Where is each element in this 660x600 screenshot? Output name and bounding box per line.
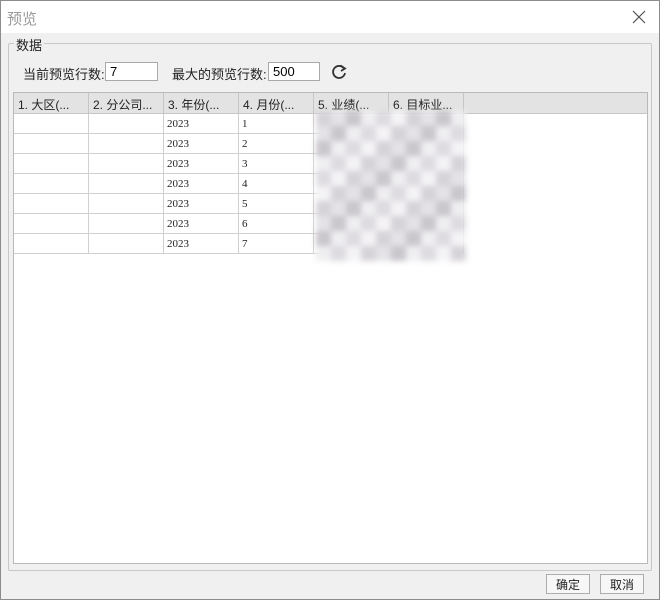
table-cell: 4 xyxy=(239,174,314,194)
table-cell xyxy=(89,234,164,254)
table-cell xyxy=(14,214,89,234)
refresh-icon xyxy=(332,64,347,79)
table-cell xyxy=(389,154,464,174)
table-cell: 2023 xyxy=(164,214,239,234)
table-cell: 5 xyxy=(239,194,314,214)
table-cell: 2023 xyxy=(164,194,239,214)
dialog-title: 预览 xyxy=(7,11,38,28)
table-cell xyxy=(314,234,389,254)
preview-table: 1. 大区(... 2. 分公司... 3. 年份(... 4. 月份(... 5. 业… xyxy=(13,92,648,564)
table-cell: 3 xyxy=(239,154,314,174)
column-header[interactable]: 3. 年份(... xyxy=(164,93,239,113)
close-button[interactable] xyxy=(627,5,651,29)
table-cell xyxy=(89,114,164,134)
table-cell xyxy=(314,134,389,154)
table-cell xyxy=(89,134,164,154)
refresh-button[interactable] xyxy=(329,62,349,82)
table-cell: 2023 xyxy=(164,234,239,254)
table-cell xyxy=(314,194,389,214)
table-cell xyxy=(389,134,464,154)
table-cell: 7 xyxy=(239,234,314,254)
group-legend: 数据 xyxy=(14,35,45,54)
table-cell: 1 xyxy=(239,114,314,134)
column-header[interactable]: 1. 大区(... xyxy=(14,93,89,113)
table-cell: 2023 xyxy=(164,174,239,194)
table-cell xyxy=(89,174,164,194)
table-cell: 2023 xyxy=(164,154,239,174)
table-cell xyxy=(314,154,389,174)
current-rows-input[interactable] xyxy=(105,62,158,81)
table-cell: 2023 xyxy=(164,134,239,154)
table-cell xyxy=(14,134,89,154)
table-cell: 2 xyxy=(239,134,314,154)
table-cell xyxy=(314,174,389,194)
cancel-button[interactable]: 取消 xyxy=(600,574,644,594)
table-cell xyxy=(314,114,389,134)
table-cell xyxy=(389,174,464,194)
table-cell xyxy=(14,114,89,134)
preview-dialog: 预览 数据 当前预览行数: 最大的预览行数: 1. 大区(...2. 分公司..… xyxy=(0,0,660,600)
ok-button[interactable]: 确定 xyxy=(546,574,590,594)
column-header[interactable]: 6. 目标业... xyxy=(389,93,464,113)
table-cell xyxy=(89,214,164,234)
table-cell: 6 xyxy=(239,214,314,234)
table-cell xyxy=(14,174,89,194)
table-cell xyxy=(14,154,89,174)
max-rows-label: 最大的预览行数: xyxy=(172,67,267,82)
column-header[interactable]: 2. 分公司... xyxy=(89,93,164,113)
table-cell xyxy=(14,234,89,254)
table-cell xyxy=(14,194,89,214)
close-icon xyxy=(632,10,646,24)
current-rows-label: 当前预览行数: xyxy=(23,67,105,82)
table-cell xyxy=(89,154,164,174)
table-cell xyxy=(89,194,164,214)
column-header[interactable]: 5. 业绩(... xyxy=(314,93,389,113)
table-cell xyxy=(389,194,464,214)
table-header: 1. 大区(... 2. 分公司... 3. 年份(... 4. 月份(... 5. 业… xyxy=(14,93,647,114)
max-rows-input[interactable] xyxy=(268,62,320,81)
table-cell xyxy=(314,214,389,234)
table-cell xyxy=(389,214,464,234)
table-cell xyxy=(389,234,464,254)
column-header[interactable]: 4. 月份(... xyxy=(239,93,314,113)
table-cell xyxy=(389,114,464,134)
table-cell: 2023 xyxy=(164,114,239,134)
title-bar: 预览 xyxy=(1,1,659,33)
